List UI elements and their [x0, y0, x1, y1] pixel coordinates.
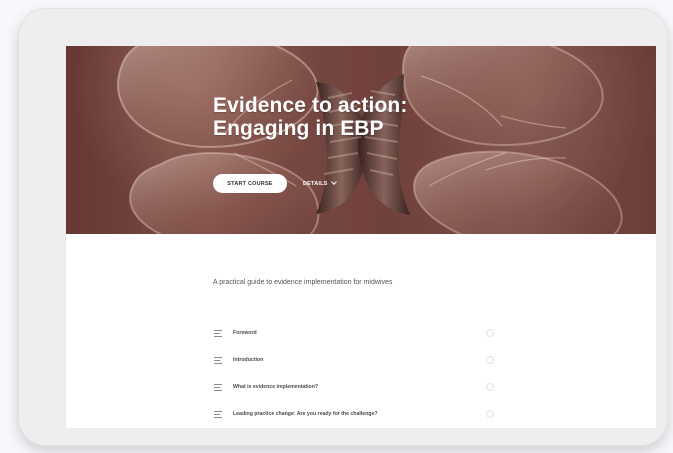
lesson-status-circle-icon — [486, 383, 494, 391]
lesson-lines-icon — [214, 330, 222, 337]
lesson-lines-icon — [214, 384, 222, 391]
course-hero: Evidence to action: Engaging in EBP STAR… — [66, 46, 656, 234]
lesson-item-introduction[interactable]: Introduction — [214, 352, 504, 370]
lesson-item-evidence-implementation[interactable]: What is evidence implementation? — [214, 379, 504, 397]
course-title-line-1: Evidence to action: — [213, 94, 408, 117]
course-title: Evidence to action: Engaging in EBP — [213, 94, 407, 140]
lesson-lines-icon — [214, 357, 222, 364]
lesson-status-circle-icon — [486, 356, 494, 364]
lesson-status-circle-icon — [486, 410, 494, 418]
course-title-line-2: Engaging in EBP — [213, 117, 384, 140]
lesson-item-foreword[interactable]: Foreword — [214, 325, 504, 343]
lesson-title: Foreword — [233, 330, 257, 336]
light-bulbs-image — [66, 46, 656, 234]
lesson-lines-icon — [214, 411, 222, 418]
product-showcase-page: Evidence to action: Engaging in EBP STAR… — [0, 0, 673, 453]
course-subtitle: A practical guide to evidence implementa… — [213, 279, 393, 286]
lesson-item-leading-practice-change[interactable]: Leading practice change: Are you ready f… — [214, 406, 504, 424]
details-label: DETAILS — [303, 180, 328, 187]
lesson-title: What is evidence implementation? — [233, 384, 319, 390]
start-course-button[interactable]: START COURSE — [213, 174, 287, 193]
course-screen: Evidence to action: Engaging in EBP STAR… — [66, 46, 656, 428]
details-toggle[interactable]: DETAILS — [303, 178, 336, 189]
lesson-status-circle-icon — [486, 329, 494, 337]
lesson-title: Introduction — [233, 357, 264, 363]
lesson-list: Foreword Introduction What is evidence i… — [214, 325, 504, 428]
lesson-title: Leading practice change: Are you ready f… — [233, 411, 378, 417]
course-content: A practical guide to evidence implementa… — [66, 234, 656, 428]
tablet-frame: Evidence to action: Engaging in EBP STAR… — [18, 8, 668, 446]
chevron-down-icon — [331, 180, 336, 185]
